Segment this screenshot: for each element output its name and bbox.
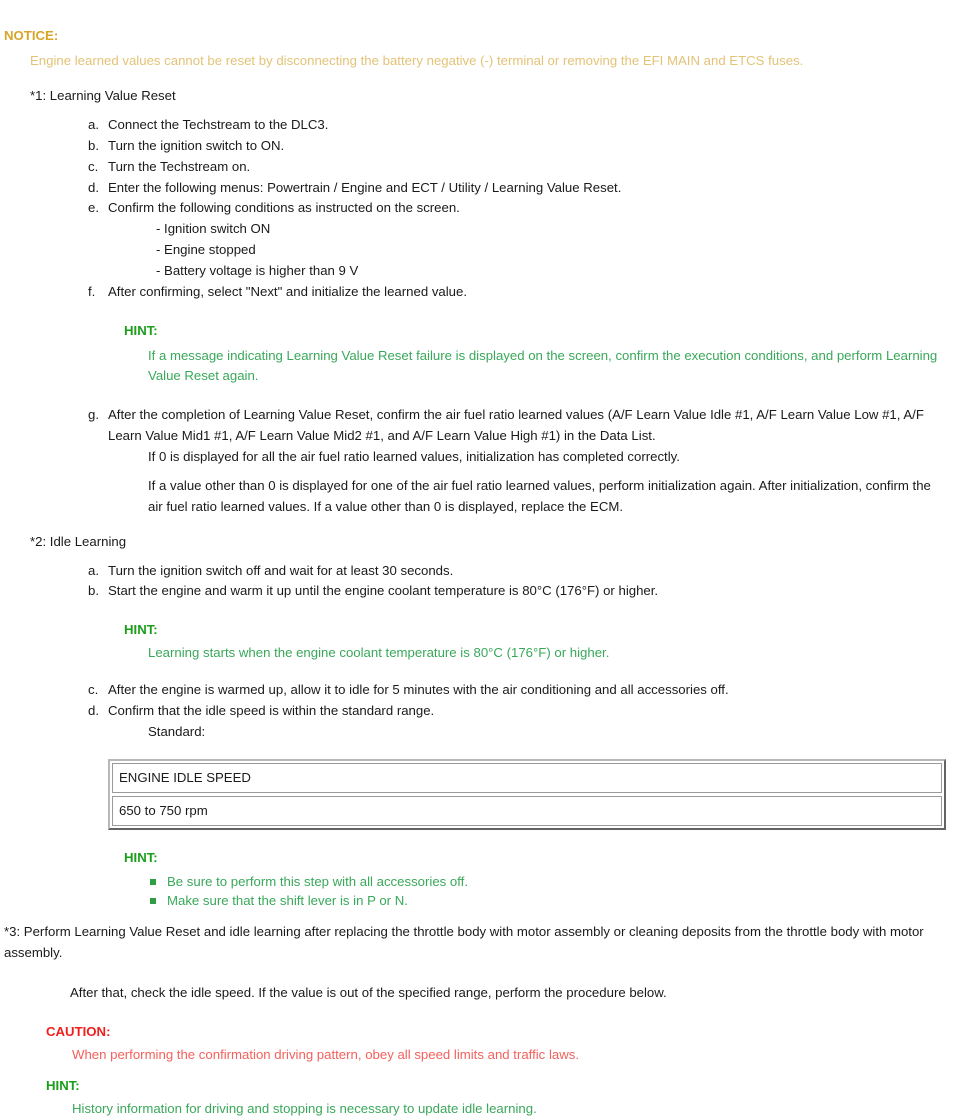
standard-label: Standard: (148, 724, 206, 740)
spec-table: ENGINE IDLE SPEED 650 to 750 rpm (108, 758, 946, 830)
section-2-step-list-cd: c. After the engine is warmed up, allow … (0, 680, 953, 722)
hint-label: HINT: (124, 622, 158, 638)
section-1-hint: HINT: If a message indicating Learning V… (124, 323, 953, 386)
list-item: a. Turn the ignition switch off and wait… (88, 561, 953, 582)
list-item: c. After the engine is warmed up, allow … (88, 680, 953, 701)
hint-label: HINT: (124, 322, 158, 338)
list-text: After the engine is warmed up, allow it … (108, 682, 729, 698)
notice-body: Engine learned values cannot be reset by… (30, 53, 804, 68)
list-text: Enter the following menus: Powertrain / … (108, 179, 622, 195)
list-item: d. Confirm that the idle speed is within… (88, 701, 953, 722)
section-1-heading: *1: Learning Value Reset (30, 88, 176, 103)
square-bullet-icon (150, 897, 156, 904)
step-g-note: If a value other than 0 is displayed for… (148, 477, 931, 514)
hint-label: HINT: (46, 1077, 80, 1093)
list-item: a. Connect the Techstream to the DLC3. (88, 115, 953, 136)
list-item: g. After the completion of Learning Valu… (88, 405, 953, 447)
spec-table-header-cell: ENGINE IDLE SPEED (112, 762, 942, 793)
hint-body: If a message indicating Learning Value R… (148, 347, 938, 383)
list-text: Turn the Techstream on. (108, 158, 251, 174)
section-2-hint: HINT: Learning starts when the engine co… (124, 622, 953, 660)
list-text: Confirm the following conditions as inst… (108, 200, 460, 216)
list-marker: a. (88, 117, 99, 132)
section-3-after-that: After that, check the idle speed. If the… (70, 985, 667, 1001)
section-3-hint: HINT: History information for driving an… (46, 1078, 953, 1116)
section-3-body: *3: Perform Learning Value Reset and idl… (4, 924, 924, 960)
caution-block: CAUTION: When performing the confirmatio… (46, 1024, 953, 1062)
list-text: Turn the ignition switch to ON. (108, 137, 285, 153)
section-2-step-list-ab: a. Turn the ignition switch off and wait… (0, 561, 953, 603)
list-marker: f. (88, 283, 96, 299)
section-2-heading: *2: Idle Learning (30, 533, 127, 549)
hint-bullet-text: Be sure to perform this step with all ac… (167, 873, 469, 889)
section-1-step-list: a. Connect the Techstream to the DLC3. b… (0, 115, 953, 219)
condition-item: - Engine stopped (156, 242, 256, 258)
hint-bullet-list: Be sure to perform this step with all ac… (150, 873, 953, 910)
list-marker: d. (88, 703, 99, 719)
list-marker: g. (88, 407, 99, 423)
list-item: Make sure that the shift lever is in P o… (150, 892, 953, 911)
list-item: c. Turn the Techstream on. (88, 157, 953, 178)
caution-body: When performing the confirmation driving… (72, 1046, 579, 1062)
list-marker: a. (88, 562, 99, 578)
service-document-page: NOTICE: Engine learned values cannot be … (0, 28, 953, 1116)
list-marker: b. (88, 583, 99, 599)
hint-body: Learning starts when the engine coolant … (148, 645, 610, 661)
list-item: e. Confirm the following conditions as i… (88, 198, 953, 219)
list-item: Be sure to perform this step with all ac… (150, 873, 953, 892)
list-text: After confirming, select "Next" and init… (108, 283, 468, 299)
list-marker: c. (88, 682, 99, 698)
hint-bullet-text: Make sure that the shift lever is in P o… (167, 892, 408, 908)
list-text: Turn the ignition switch off and wait fo… (108, 562, 454, 578)
list-marker: b. (88, 137, 99, 153)
list-text: After the completion of Learning Value R… (108, 407, 924, 444)
list-item: b. Turn the ignition switch to ON. (88, 136, 953, 157)
list-marker: c. (88, 158, 99, 174)
list-item: d. Enter the following menus: Powertrain… (88, 178, 953, 199)
step-g-note: If 0 is displayed for all the air fuel r… (148, 449, 680, 465)
notice-label: NOTICE: (4, 28, 59, 43)
hint-label: HINT: (124, 849, 158, 865)
list-item: b. Start the engine and warm it up until… (88, 581, 953, 602)
list-text: Confirm that the idle speed is within th… (108, 703, 435, 719)
list-marker: d. (88, 179, 99, 195)
list-item: f. After confirming, select "Next" and i… (88, 282, 953, 303)
condition-item: - Battery voltage is higher than 9 V (156, 263, 359, 279)
condition-item: - Ignition switch ON (156, 221, 271, 237)
hint-body: History information for driving and stop… (72, 1100, 537, 1116)
list-text: Start the engine and warm it up until th… (108, 583, 659, 599)
list-marker: e. (88, 200, 99, 216)
list-text: Connect the Techstream to the DLC3. (108, 117, 329, 132)
section-2-hint-2: HINT: Be sure to perform this step with … (124, 850, 953, 910)
spec-table-value-cell: 650 to 750 rpm (112, 795, 942, 826)
caution-label: CAUTION: (46, 1023, 111, 1039)
square-bullet-icon (150, 878, 156, 885)
